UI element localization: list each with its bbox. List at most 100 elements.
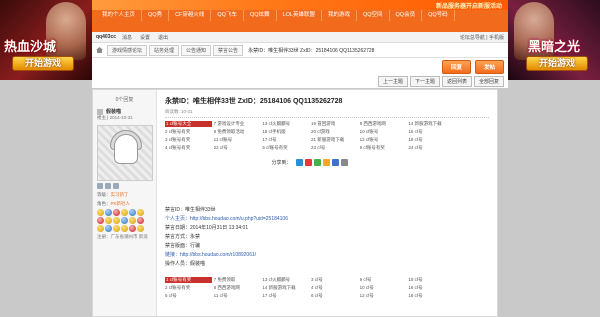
back-to-list-button[interactable]: 返回列表 [441,76,472,87]
ad-link[interactable]: 17 cf号 [262,293,309,299]
home-icon[interactable] [96,47,103,53]
ad-link[interactable]: 11 cf账号 [214,137,261,143]
profile-icon[interactable] [113,183,119,189]
ad-link[interactable]: 7 游戏设计专业 [214,121,261,127]
medal-icon[interactable] [105,209,112,216]
medal-icon[interactable] [105,225,112,232]
ad-link[interactable]: 13 cf火麒麟号 [262,277,309,283]
weibo-share-icon[interactable] [304,159,312,166]
settings-link[interactable]: 设置 [140,34,150,41]
ad-link[interactable]: 23 cf号 [311,145,358,151]
medal-icon[interactable] [121,209,128,216]
medal-icon[interactable] [105,217,112,224]
medal-icon[interactable] [137,217,144,224]
medal-icon[interactable] [113,225,120,232]
nav-item[interactable]: LOL英雄联盟 [277,10,322,21]
ad-link[interactable]: 11 cf号 [214,293,261,299]
qzone-share-icon[interactable] [322,159,330,166]
more-share-icon[interactable] [340,159,348,166]
medal-icon[interactable] [137,225,144,232]
medal-icon[interactable] [113,217,120,224]
medal-icon[interactable] [97,209,104,216]
ad-link[interactable]: 19 冒回游戏 [311,121,358,127]
nav-item[interactable]: QQ会员 [390,10,423,21]
left-ad-play-button[interactable]: 开始游戏 [12,56,74,71]
new-post-button[interactable]: 发帖 [474,59,504,74]
ad-link[interactable]: 12 cf账号 [360,137,407,143]
all-replies-button[interactable]: 全部回复 [473,76,504,87]
medal-icon[interactable] [113,209,120,216]
profile-link[interactable]: 个人主页：http://bbs.houdao.com/u.php?uid=251… [165,215,489,224]
right-side-ad[interactable]: 黑暗之光 开始游戏 [508,0,600,80]
medal-icon[interactable] [129,225,136,232]
renren-share-icon[interactable] [331,159,339,166]
breadcrumb-item[interactable]: 游戏情感论坛 [107,44,148,56]
nav-item[interactable]: CF穿越火线 [169,10,212,21]
right-ad-play-button[interactable]: 开始游戏 [526,56,588,71]
ad-link[interactable]: 10 cf账号 [360,129,407,135]
add-friend-icon[interactable] [105,183,111,189]
ad-link[interactable]: 20 cf游戏 [311,129,358,135]
avatar[interactable] [97,125,153,181]
reply-button[interactable]: 回复 [441,59,471,74]
logout-link[interactable]: 退出 [158,34,168,41]
left-side-ad[interactable]: 热血沙城 开始游戏 [0,0,92,80]
medal-icon[interactable] [121,217,128,224]
medal-icon[interactable] [129,209,136,216]
ad-link[interactable]: 5 cf账号有奖 [262,145,309,151]
ad-link[interactable]: 2 cf账号有奖 [165,285,212,291]
nav-item[interactable]: QQ秀 [142,10,170,21]
ad-link[interactable]: 14 新服游戏下载 [408,121,455,127]
medal-icon[interactable] [121,225,128,232]
username[interactable]: qq403cc [96,34,116,40]
ad-link[interactable]: 16 cf号 [408,285,455,291]
qq-share-icon[interactable] [295,159,303,166]
medal-icon[interactable] [137,209,144,216]
ad-link[interactable]: 8 西西游戏网 [360,121,407,127]
ad-link[interactable]: 6 cf账号有奖 [360,145,407,151]
ad-link[interactable]: 18 cf号 [408,293,455,299]
ad-link[interactable]: 21 新服游戏下载 [311,137,358,143]
wechat-share-icon[interactable] [313,159,321,166]
ad-link[interactable]: 24 cf号 [408,145,455,151]
breadcrumb-item[interactable]: 禁言公告 [213,44,244,56]
message-icon[interactable] [97,183,103,189]
next-thread-button[interactable]: 下一主题 [409,76,440,87]
ad-link[interactable]: 9 cf号 [360,277,407,283]
ad-link[interactable]: 14 新服游戏下载 [262,285,309,291]
ad-link[interactable]: 4 cf账号有奖 [165,145,212,151]
medal-icon[interactable] [129,217,136,224]
ad-link[interactable]: 9 免费领取活动 [214,129,261,135]
ad-link[interactable]: 15 cf号 [408,277,455,283]
nav-item[interactable]: 我的个人主页 [96,10,143,21]
nav-item[interactable]: QQ空间 [357,10,390,21]
ad-link[interactable]: 18 cf号 [408,137,455,143]
breadcrumb-item[interactable]: 站务处理 [149,44,180,56]
ad-link[interactable]: 7 免费领取 [214,277,261,283]
messages-link[interactable]: 消息 [122,34,132,41]
ad-link[interactable]: 1 cf账号有奖 [165,277,212,283]
ad-link[interactable]: 3 cf号 [311,277,358,283]
ad-link[interactable]: 6 cf号 [311,293,358,299]
nav-item[interactable]: QQ炫舞 [244,10,277,21]
ad-link[interactable]: 13 cf火麒麟号 [262,121,309,127]
ad-link[interactable]: 10 cf号 [360,285,407,291]
ad-link[interactable]: 17 cf号 [262,137,309,143]
breadcrumb-item[interactable]: 公告通知 [181,44,212,56]
ad-link[interactable]: 15 cf手机版 [262,129,309,135]
ad-link[interactable]: 16 cf号 [408,129,455,135]
medal-icon[interactable] [97,225,104,232]
ad-link[interactable]: 3 cf账号有奖 [165,137,212,143]
ad-link[interactable]: 22 cf号 [214,145,261,151]
ad-link[interactable]: 12 cf号 [360,293,407,299]
top-banner[interactable]: 新品服务器开启新服活动 [92,0,508,10]
nav-item[interactable]: QQ飞车 [211,10,244,21]
ad-link[interactable]: 5 cf号 [165,293,212,299]
prev-thread-button[interactable]: 上一主题 [377,76,408,87]
ad-link[interactable]: 8 西西游戏网 [214,285,261,291]
author-name[interactable]: 假装喵 [106,108,121,115]
ad-link[interactable]: 4 cf号 [311,285,358,291]
medal-icon[interactable] [97,217,104,224]
forum-nav-link[interactable]: 论坛总导航 | 手机版 [460,34,504,41]
thread-link[interactable]: 链接：http://bbs.houdao.com/r10892061/ [165,251,489,260]
